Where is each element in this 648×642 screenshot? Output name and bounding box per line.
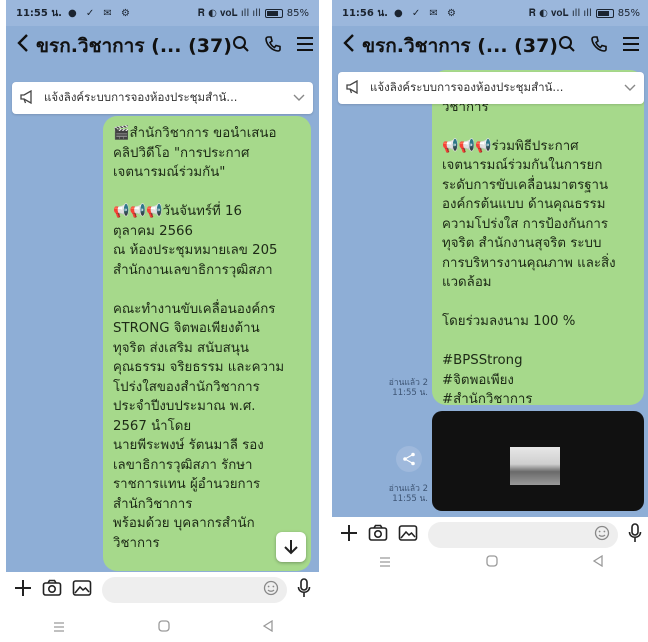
message-input[interactable] — [428, 522, 618, 548]
signal-icons: 𝐑 ◐ 𝐯𝐨𝐋 ıll ıll — [528, 7, 592, 19]
message-input[interactable] — [102, 577, 287, 603]
image-icon[interactable] — [398, 524, 418, 546]
status-time: 11:55 น. — [16, 7, 62, 19]
message-bubble[interactable]: 🎬สำนักวิชาการ ขอนำเสนอ คลิปวิดีโอ "การปร… — [103, 116, 311, 571]
chat-header: ขรก.วิชาการ (... (37) — [6, 26, 319, 66]
read-count: อ่านแล้ว 2 — [388, 378, 428, 388]
chat-title[interactable]: ขรก.วิชาการ (... (37) — [362, 31, 558, 61]
battery-icon — [264, 8, 283, 18]
emoji-icon[interactable] — [594, 525, 610, 545]
recent-apps-icon[interactable] — [53, 621, 65, 636]
plus-icon[interactable] — [14, 579, 32, 601]
microphone-icon[interactable] — [628, 523, 642, 547]
message-read-status: อ่านแล้ว 2 11:55 น. — [372, 378, 428, 398]
search-icon[interactable] — [232, 35, 250, 57]
back-nav-icon[interactable] — [262, 619, 273, 636]
camera-icon[interactable] — [368, 524, 388, 546]
call-icon[interactable] — [590, 35, 608, 57]
call-icon[interactable] — [264, 35, 282, 57]
message-text: 🎬สำนักวิชาการ ขอนำเสนอ คลิปวิดีโอ "การปร… — [113, 126, 285, 551]
message-time: 11:55 น. — [392, 494, 428, 504]
signal-icons: 𝐑 ◐ 𝐯𝐨𝐋 ıll ıll — [197, 7, 261, 19]
plus-icon[interactable] — [340, 524, 358, 546]
header-actions — [232, 35, 314, 57]
message-read-status: อ่านแล้ว 2 11:55 น. — [372, 484, 428, 504]
share-icon[interactable] — [396, 446, 422, 472]
status-time: 11:56 น. — [342, 7, 388, 19]
message-bubble[interactable]: พร้อมด้วย บุคลากรสำนัก วิชาการ 📢📢📢ร่วมพิ… — [432, 70, 644, 405]
video-message[interactable] — [432, 411, 644, 511]
chat-title[interactable]: ขรก.วิชาการ (... (37) — [36, 31, 232, 61]
status-right: 𝐑 ◐ 𝐯𝐨𝐋 ıll ıll 85% — [529, 8, 640, 19]
message-input-bar — [332, 517, 648, 553]
chevron-down-icon[interactable] — [624, 81, 636, 95]
scroll-down-button[interactable] — [276, 532, 306, 562]
system-nav-bar — [6, 608, 319, 636]
notification-icons: ● ✓ ✉ ⚙ — [67, 7, 133, 19]
right-phone-screen: 11:56 น. ● ✓ ✉ ⚙ 𝐑 ◐ 𝐯𝐨𝐋 ıll ıll 85% ขรก… — [332, 0, 648, 573]
announcement-banner[interactable]: แจ้งลิงค์ระบบการจองห้องประชุมสำนั... — [338, 72, 644, 104]
announcement-text: แจ้งลิงค์ระบบการจองห้องประชุมสำนั... — [370, 80, 564, 94]
status-right: 𝐑 ◐ 𝐯𝐨𝐋 ıll ıll 85% — [198, 8, 309, 19]
announcement-banner[interactable]: แจ้งลิงค์ระบบการจองห้องประชุมสำนั... — [12, 82, 313, 114]
message-input-bar — [6, 572, 319, 608]
back-nav-icon[interactable] — [592, 554, 603, 571]
system-nav-bar — [332, 553, 648, 573]
notification-icons: ● ✓ ✉ ⚙ — [393, 7, 459, 19]
back-arrow-icon[interactable] — [342, 33, 356, 59]
camera-icon[interactable] — [42, 579, 62, 601]
chevron-down-icon[interactable] — [293, 91, 305, 105]
read-count: อ่านแล้ว 2 — [388, 484, 428, 494]
battery-percent: 85% — [286, 7, 309, 19]
message-time: 11:55 น. — [392, 388, 428, 398]
emoji-icon[interactable] — [263, 580, 279, 600]
status-bar: 11:55 น. ● ✓ ✉ ⚙ 𝐑 ◐ 𝐯𝐨𝐋 ıll ıll 85% — [6, 0, 319, 26]
menu-icon[interactable] — [622, 36, 640, 56]
home-icon[interactable] — [157, 620, 170, 636]
megaphone-icon — [20, 89, 36, 107]
video-thumbnail[interactable] — [510, 447, 560, 485]
battery-icon — [595, 8, 614, 18]
recent-apps-icon[interactable] — [379, 556, 391, 571]
status-bar: 11:56 น. ● ✓ ✉ ⚙ 𝐑 ◐ 𝐯𝐨𝐋 ıll ıll 85% — [332, 0, 648, 26]
battery-percent: 85% — [617, 7, 640, 19]
image-icon[interactable] — [72, 579, 92, 601]
home-icon[interactable] — [486, 555, 498, 571]
left-phone-screen: 11:55 น. ● ✓ ✉ ⚙ 𝐑 ◐ 𝐯𝐨𝐋 ıll ıll 85% ขรก… — [6, 0, 319, 636]
announcement-text: แจ้งลิงค์ระบบการจองห้องประชุมสำนั... — [44, 90, 238, 104]
back-arrow-icon[interactable] — [16, 33, 30, 59]
search-icon[interactable] — [558, 35, 576, 57]
header-actions — [558, 35, 640, 57]
message-text: พร้อมด้วย บุคลากรสำนัก วิชาการ 📢📢📢ร่วมพิ… — [442, 80, 616, 405]
megaphone-icon — [346, 79, 362, 97]
menu-icon[interactable] — [296, 36, 314, 56]
chat-header: ขรก.วิชาการ (... (37) — [332, 26, 648, 66]
microphone-icon[interactable] — [297, 578, 311, 602]
